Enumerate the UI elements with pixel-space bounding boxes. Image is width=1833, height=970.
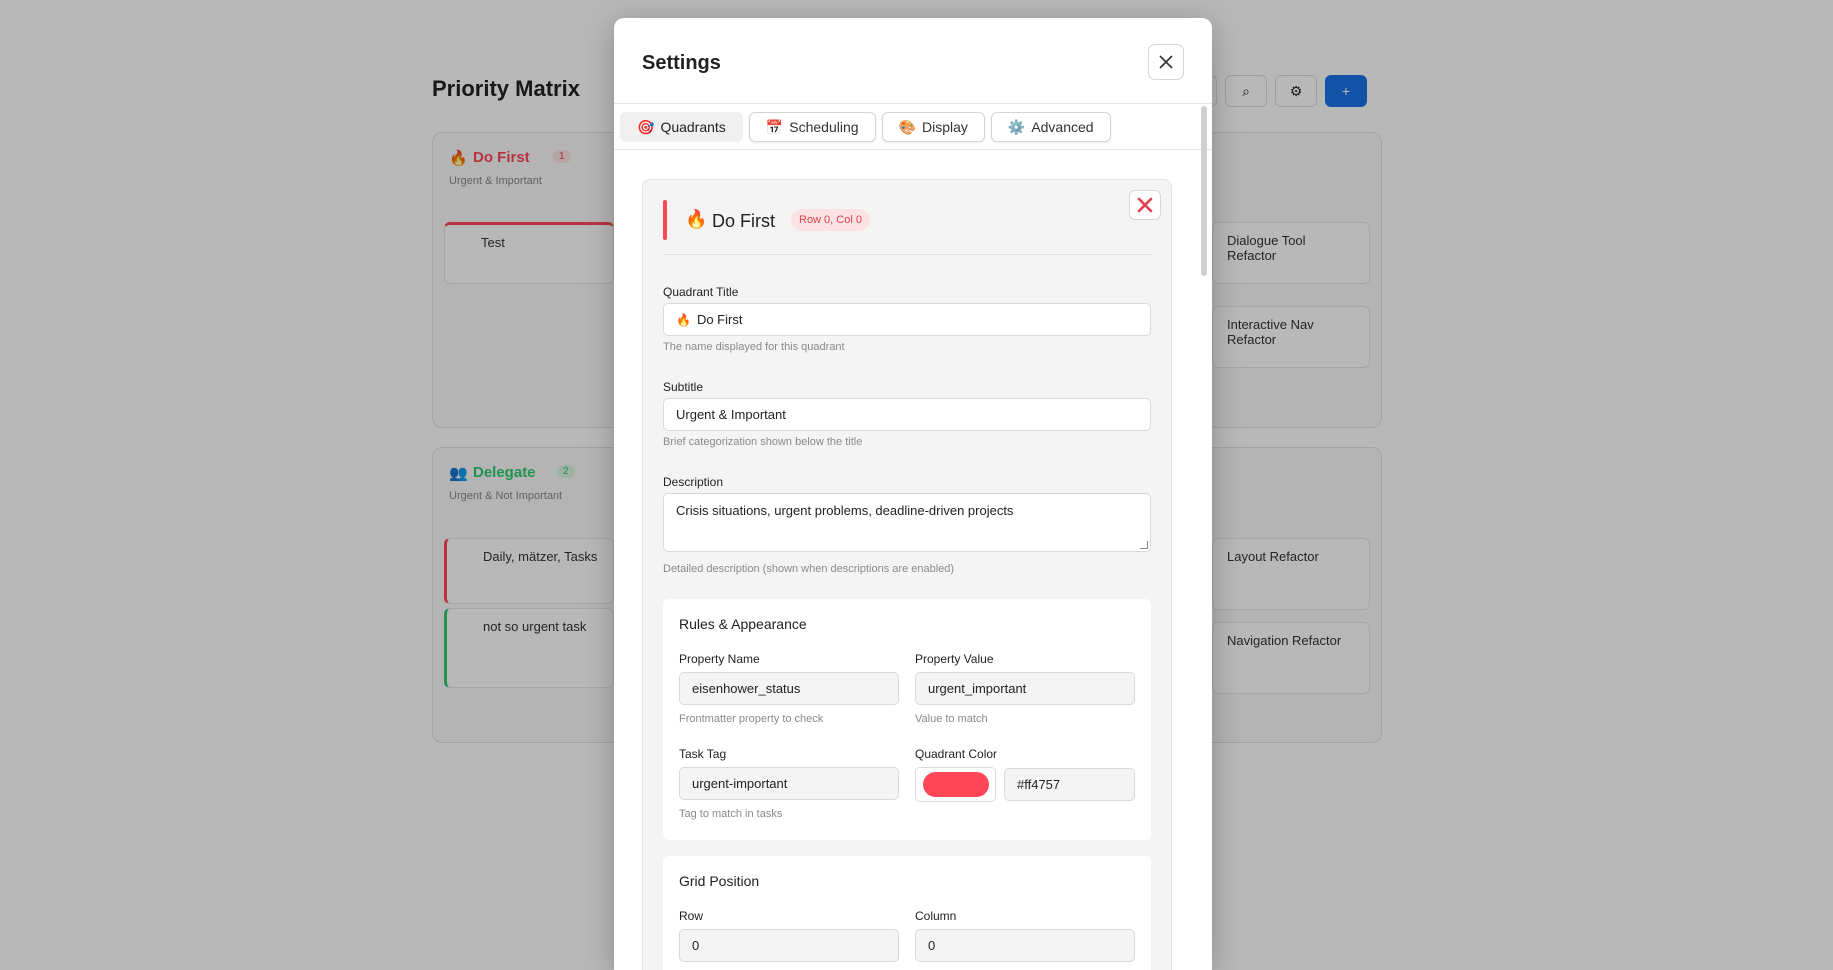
property-value-hint: Value to match bbox=[915, 713, 988, 725]
description-hint: Detailed description (shown when descrip… bbox=[663, 563, 955, 575]
quadrant-header: 🔥 Do First Row 0, Col 0 bbox=[663, 200, 1151, 242]
tab-label: Advanced bbox=[1031, 119, 1094, 135]
task-tag-hint: Tag to match in tasks bbox=[679, 808, 783, 820]
row-input[interactable]: 0 bbox=[679, 929, 899, 962]
description-textarea[interactable]: Crisis situations, urgent problems, dead… bbox=[663, 493, 1151, 552]
column-input[interactable]: 0 bbox=[915, 929, 1135, 962]
tab-divider bbox=[614, 149, 1212, 150]
close-icon bbox=[1137, 197, 1153, 213]
color-swatch bbox=[922, 772, 989, 797]
task-tag-input[interactable]: urgent-important bbox=[679, 767, 899, 800]
subtitle-label: Subtitle bbox=[663, 380, 704, 394]
calendar-icon: 📅 bbox=[765, 118, 784, 135]
grid-position-section: Grid Position Row 0 Column 0 bbox=[663, 856, 1151, 970]
row-label: Row bbox=[679, 909, 704, 923]
quadrant-title-hint: The name displayed for this quadrant bbox=[663, 341, 845, 353]
palette-icon: 🎨 bbox=[898, 118, 916, 135]
tab-advanced[interactable]: ⚙️ Advanced bbox=[990, 112, 1111, 142]
quadrant-accent-bar bbox=[663, 200, 667, 240]
column-label: Column bbox=[915, 909, 957, 923]
description-label: Description bbox=[663, 475, 724, 489]
settings-tabs: 🎯 Quadrants 📅 Scheduling 🎨 Display ⚙️ Ad… bbox=[620, 112, 1111, 142]
color-picker[interactable] bbox=[915, 767, 996, 802]
target-icon: 🎯 bbox=[637, 118, 655, 135]
tab-label: Quadrants bbox=[660, 119, 726, 135]
rules-appearance-section: Rules & Appearance Property Name eisenho… bbox=[663, 599, 1151, 840]
tab-label: Display bbox=[921, 119, 968, 135]
quadrant-color-label: Quadrant Color bbox=[915, 747, 998, 761]
property-name-hint: Frontmatter property to check bbox=[679, 713, 824, 725]
tab-label: Scheduling bbox=[789, 119, 859, 135]
position-badge: Row 0, Col 0 bbox=[791, 209, 870, 231]
scrollbar[interactable] bbox=[1201, 106, 1207, 276]
fire-icon: 🔥 bbox=[676, 312, 691, 327]
gear-icon: ⚙️ bbox=[1007, 118, 1026, 135]
tab-scheduling[interactable]: 📅 Scheduling bbox=[748, 112, 876, 142]
quadrant-settings-card: 🔥 Do First Row 0, Col 0 Quadrant Title 🔥… bbox=[642, 179, 1172, 970]
divider bbox=[663, 254, 1151, 255]
property-value-input[interactable]: urgent_important bbox=[915, 672, 1135, 705]
fire-icon: 🔥 bbox=[685, 209, 708, 229]
color-hex-input[interactable]: #ff4757 bbox=[1004, 768, 1135, 801]
close-icon bbox=[1159, 55, 1173, 69]
resize-handle[interactable] bbox=[1140, 541, 1148, 549]
subtitle-input[interactable]: Urgent & Important bbox=[663, 398, 1151, 431]
input-value: Do First bbox=[696, 312, 743, 327]
modal-title: Settings bbox=[642, 52, 721, 74]
subtitle-hint: Brief categorization shown below the tit… bbox=[663, 436, 863, 448]
modal-header: Settings bbox=[614, 18, 1212, 104]
section-title: Grid Position bbox=[679, 873, 760, 889]
property-name-label: Property Name bbox=[679, 652, 760, 666]
tab-quadrants[interactable]: 🎯 Quadrants bbox=[620, 112, 743, 142]
tab-display[interactable]: 🎨 Display bbox=[881, 112, 985, 142]
task-tag-label: Task Tag bbox=[679, 747, 727, 761]
settings-modal: Settings 🎯 Quadrants 📅 Scheduling 🎨 Disp… bbox=[614, 18, 1212, 970]
quadrant-title-label: Quadrant Title bbox=[663, 285, 739, 299]
quadrant-name: Do First bbox=[712, 211, 775, 231]
section-title: Rules & Appearance bbox=[679, 616, 807, 632]
delete-quadrant-button[interactable] bbox=[1129, 190, 1161, 220]
quadrant-title-input[interactable]: 🔥 Do First bbox=[663, 303, 1151, 336]
property-value-label: Property Value bbox=[915, 652, 994, 666]
close-button[interactable] bbox=[1148, 44, 1184, 80]
property-name-input[interactable]: eisenhower_status bbox=[679, 672, 899, 705]
textarea-value: Crisis situations, urgent problems, dead… bbox=[676, 503, 1014, 518]
